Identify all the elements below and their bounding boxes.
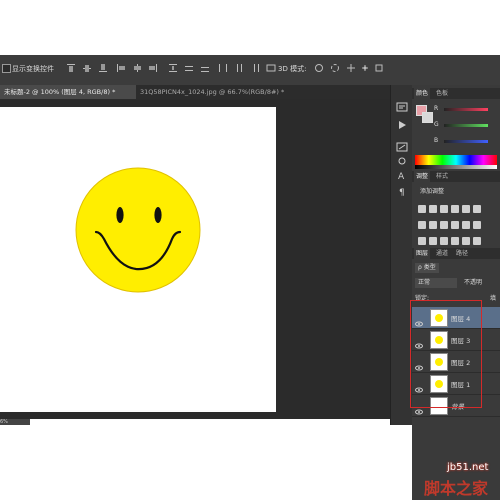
distribute-hcenter-icon[interactable] bbox=[234, 63, 244, 73]
brush-preset-icon[interactable] bbox=[396, 137, 408, 152]
auto-align-icon[interactable] bbox=[266, 63, 276, 73]
slider-r-track[interactable] bbox=[444, 108, 488, 111]
color-panel-tabs: 颜色 色板 bbox=[412, 88, 500, 99]
highlight-box bbox=[410, 300, 482, 408]
slider-g-track[interactable] bbox=[444, 124, 488, 127]
adjustment-row-2[interactable] bbox=[418, 214, 498, 229]
roll-3d-icon[interactable] bbox=[330, 63, 340, 73]
slider-b[interactable]: B bbox=[434, 137, 496, 146]
show-transform-label: 显示变换控件 bbox=[12, 65, 54, 73]
svg-text:A: A bbox=[398, 172, 405, 180]
show-transform-checkbox[interactable] bbox=[2, 64, 11, 73]
tab-adjustments[interactable]: 调整 bbox=[414, 171, 431, 182]
clone-source-icon[interactable] bbox=[396, 151, 408, 165]
layer-kind-filter[interactable]: ρ 类型 bbox=[415, 263, 439, 273]
smiley-right-eye bbox=[154, 207, 162, 223]
slider-b-track[interactable] bbox=[444, 140, 488, 143]
distribute-vcenter-icon[interactable] bbox=[184, 63, 194, 73]
align-hcenter-icon[interactable] bbox=[132, 63, 142, 73]
tab-color[interactable]: 颜色 bbox=[414, 88, 431, 99]
distribute-bottom-icon[interactable] bbox=[200, 63, 210, 73]
tab-layers[interactable]: 图层 bbox=[414, 248, 431, 259]
bottom-margin bbox=[0, 425, 412, 500]
align-vcenter-icon[interactable] bbox=[82, 63, 92, 73]
scale-3d-icon[interactable] bbox=[374, 63, 384, 73]
background-color-swatch[interactable] bbox=[422, 112, 433, 123]
grayscale-ramp[interactable] bbox=[415, 165, 497, 169]
smiley-face-circle bbox=[75, 167, 201, 293]
tab-untitled-2[interactable]: 未标题-2 @ 100% (图层 4, RGB/8) * bbox=[0, 85, 136, 99]
pan-3d-icon[interactable] bbox=[346, 63, 356, 73]
paragraph-icon[interactable]: ¶ bbox=[396, 181, 408, 198]
tab-swatches[interactable]: 色板 bbox=[434, 88, 450, 99]
align-top-icon[interactable] bbox=[66, 63, 76, 73]
fill-label: 填 bbox=[490, 295, 497, 302]
slider-g-label: G bbox=[434, 121, 439, 128]
character-icon[interactable]: A bbox=[396, 165, 408, 182]
slide-3d-icon[interactable] bbox=[360, 63, 370, 73]
actions-play-icon[interactable] bbox=[396, 115, 408, 129]
color-spectrum-bar[interactable] bbox=[415, 155, 497, 165]
adjustments-title: 添加调整 bbox=[420, 188, 445, 195]
align-right-icon[interactable] bbox=[148, 63, 158, 73]
tab-31q58picn4x[interactable]: 31Q58PICN4x_1024.jpg @ 66.7%(RGB/8#) * bbox=[136, 85, 294, 99]
opacity-label: 不透明 bbox=[464, 279, 483, 286]
slider-b-label: B bbox=[434, 137, 439, 144]
mode-3d-label: 3D 模式: bbox=[278, 65, 307, 73]
tab-channels[interactable]: 通道 bbox=[434, 248, 450, 259]
watermark-url: jb51.net bbox=[447, 462, 489, 473]
blend-mode-select[interactable]: 正常 bbox=[415, 278, 457, 288]
smiley-left-eye bbox=[116, 207, 124, 223]
align-left-icon[interactable] bbox=[116, 63, 126, 73]
adjustments-panel-tabs: 调整 样式 bbox=[412, 171, 500, 182]
distribute-left-icon[interactable] bbox=[218, 63, 228, 73]
svg-text:¶: ¶ bbox=[399, 188, 405, 196]
slider-g[interactable]: G bbox=[434, 121, 496, 130]
slider-r-label: R bbox=[434, 105, 439, 112]
document-tab-bar: 未标题-2 @ 100% (图层 4, RGB/8) * 31Q58PICN4x… bbox=[0, 85, 412, 99]
watermark-site: 脚本之家 bbox=[424, 479, 489, 498]
document-canvas[interactable] bbox=[0, 107, 276, 412]
tab-paths[interactable]: 路径 bbox=[454, 248, 470, 259]
adjustment-row-1[interactable] bbox=[418, 198, 498, 213]
options-bar: 显示变换控件 3D 模式: bbox=[0, 55, 500, 86]
tab-styles[interactable]: 样式 bbox=[434, 171, 450, 182]
distribute-right-icon[interactable] bbox=[250, 63, 260, 73]
slider-r[interactable]: R bbox=[434, 105, 496, 114]
right-panels: 颜色 色板 R G B 调整 样式 添加调整 图层 通道 路径 ρ 类型 正常 … bbox=[412, 85, 500, 500]
adjustment-row-3[interactable] bbox=[418, 230, 498, 245]
rotate-3d-icon[interactable] bbox=[314, 63, 324, 73]
smiley-face-artwork bbox=[75, 167, 201, 293]
distribute-top-icon[interactable] bbox=[168, 63, 178, 73]
layers-panel-tabs: 图层 通道 路径 bbox=[412, 248, 500, 259]
history-icon[interactable] bbox=[396, 97, 408, 112]
top-margin bbox=[0, 0, 500, 55]
align-bottom-icon[interactable] bbox=[98, 63, 108, 73]
